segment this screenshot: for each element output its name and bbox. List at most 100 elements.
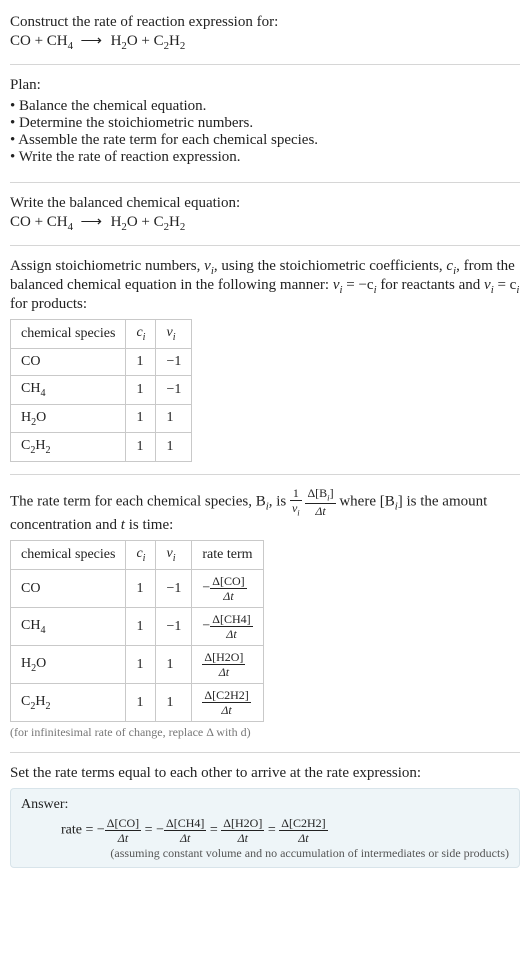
text: ]	[330, 486, 334, 500]
sub: 2	[46, 700, 51, 711]
sub-i: i	[516, 284, 519, 296]
cell-rate: −Δ[CH4]Δt	[192, 608, 263, 646]
frac-den: Δt	[279, 831, 327, 844]
balanced-heading: Write the balanced chemical equation:	[10, 195, 520, 212]
sub-i: i	[173, 332, 176, 343]
frac-den: Δt	[202, 703, 250, 716]
fraction: Δ[Bi]Δt	[305, 487, 335, 517]
frac-den: Δt	[210, 589, 246, 602]
table-row: CH4 1 −1 −Δ[CH4]Δt	[11, 608, 264, 646]
divider	[10, 474, 520, 475]
table-row: CH4 1 −1	[11, 375, 192, 404]
text: H	[21, 410, 31, 425]
cell-ci: 1	[126, 570, 156, 608]
frac-num: 1	[290, 487, 302, 501]
cell-nui: 1	[156, 684, 192, 722]
fraction: Δ[C2H2]Δt	[202, 689, 250, 716]
eq-sign: =	[210, 823, 221, 838]
rateterm-table: chemical species ci νi rate term CO 1 −1…	[10, 540, 264, 722]
stoich-text: Assign stoichiometric numbers, ν i , using…	[10, 258, 520, 313]
frac-num: Δ[H2O]	[202, 651, 245, 665]
fraction: Δ[C2H2]Δt	[279, 817, 327, 844]
frac-num: Δ[CH4]	[164, 817, 206, 831]
arrow-icon: ⟶	[81, 33, 104, 49]
frac-den: Δt	[305, 504, 335, 517]
cell-nui: −1	[156, 348, 192, 375]
text: O	[36, 656, 46, 671]
fraction: 1νi	[290, 487, 302, 517]
frac-num: Δ[Bi]	[305, 487, 335, 504]
eq-sign: =	[268, 823, 279, 838]
cell-rate: −Δ[CO]Δt	[192, 570, 263, 608]
text: , using the stoichiometric coefficients,	[214, 258, 447, 274]
divider	[10, 64, 520, 65]
col-ci: ci	[126, 541, 156, 570]
frac-den: Δt	[105, 831, 141, 844]
text: for reactants and	[377, 277, 484, 293]
fraction: Δ[CH4]Δt	[210, 613, 252, 640]
cell-ci: 1	[126, 646, 156, 684]
answer-label: Answer:	[21, 797, 509, 813]
table-row: C2H2 1 1	[11, 433, 192, 462]
col-nui: νi	[156, 541, 192, 570]
plan-item: Determine the stoichiometric numbers.	[10, 115, 520, 132]
cell-ci: 1	[126, 433, 156, 462]
text: = −c	[342, 277, 373, 293]
eq-sub: 4	[68, 221, 73, 233]
sub: 4	[40, 624, 45, 635]
table-row: H2O 1 1 Δ[H2O]Δt	[11, 646, 264, 684]
col-species: chemical species	[11, 541, 126, 570]
eq-rhs: H	[169, 33, 180, 49]
eq-sub: 4	[68, 40, 73, 52]
cell-ci: 1	[126, 375, 156, 404]
eq-sign: =	[145, 823, 156, 838]
text: H	[35, 438, 45, 453]
sub: 2	[46, 445, 51, 456]
sign: −	[202, 619, 210, 634]
plan-item: Balance the chemical equation.	[10, 98, 520, 115]
sign: −	[97, 823, 105, 838]
sub-i: i	[297, 508, 299, 518]
rateterm-section: The rate term for each chemical species,…	[10, 481, 520, 746]
prompt-section: Construct the rate of reaction expressio…	[10, 8, 520, 58]
sub-i: i	[143, 553, 146, 564]
frac-num: Δ[CH4]	[210, 613, 252, 627]
balanced-section: Write the balanced chemical equation: CO…	[10, 189, 520, 239]
eq-rhs: O + C	[127, 214, 164, 230]
table-row: CO 1 −1 −Δ[CO]Δt	[11, 570, 264, 608]
plan-item: Write the rate of reaction expression.	[10, 149, 520, 166]
cell-rate: Δ[C2H2]Δt	[192, 684, 263, 722]
rateterm-text: The rate term for each chemical species,…	[10, 487, 520, 534]
cell-rate: Δ[H2O]Δt	[192, 646, 263, 684]
final-section: Set the rate terms equal to each other t…	[10, 759, 520, 874]
divider	[10, 245, 520, 246]
balanced-equation: CO + CH4 ⟶ H2O + C2H2	[10, 212, 520, 233]
text: where [B	[339, 494, 394, 510]
cell-species: CH4	[11, 608, 126, 646]
frac-num: Δ[H2O]	[221, 817, 264, 831]
text: O	[36, 410, 46, 425]
col-nui: νi	[156, 320, 192, 349]
table-row: C2H2 1 1 Δ[C2H2]Δt	[11, 684, 264, 722]
stoich-table: chemical species ci νi CO 1 −1 CH4 1 −1 …	[10, 319, 192, 462]
text: Assign stoichiometric numbers,	[10, 258, 204, 274]
nu-symbol: ν	[204, 258, 211, 274]
fraction: Δ[H2O]Δt	[202, 651, 245, 678]
eq-sub: 2	[180, 221, 185, 233]
cell-species: C2H2	[11, 684, 126, 722]
cell-species: CH4	[11, 375, 126, 404]
plan-item: Assemble the rate term for each chemical…	[10, 132, 520, 149]
col-species: chemical species	[11, 320, 126, 349]
eq-rhs: O + C	[127, 33, 164, 49]
cell-species: CO	[11, 570, 126, 608]
text: is time:	[125, 517, 173, 533]
text: C	[21, 438, 30, 453]
prompt-title: Construct the rate of reaction expressio…	[10, 14, 520, 31]
table-header-row: chemical species ci νi	[11, 320, 192, 349]
divider	[10, 752, 520, 753]
plan-section: Plan: Balance the chemical equation. Det…	[10, 71, 520, 176]
cell-nui: 1	[156, 646, 192, 684]
text: H	[35, 694, 45, 709]
fraction: Δ[H2O]Δt	[221, 817, 264, 844]
sub: 4	[40, 388, 45, 399]
